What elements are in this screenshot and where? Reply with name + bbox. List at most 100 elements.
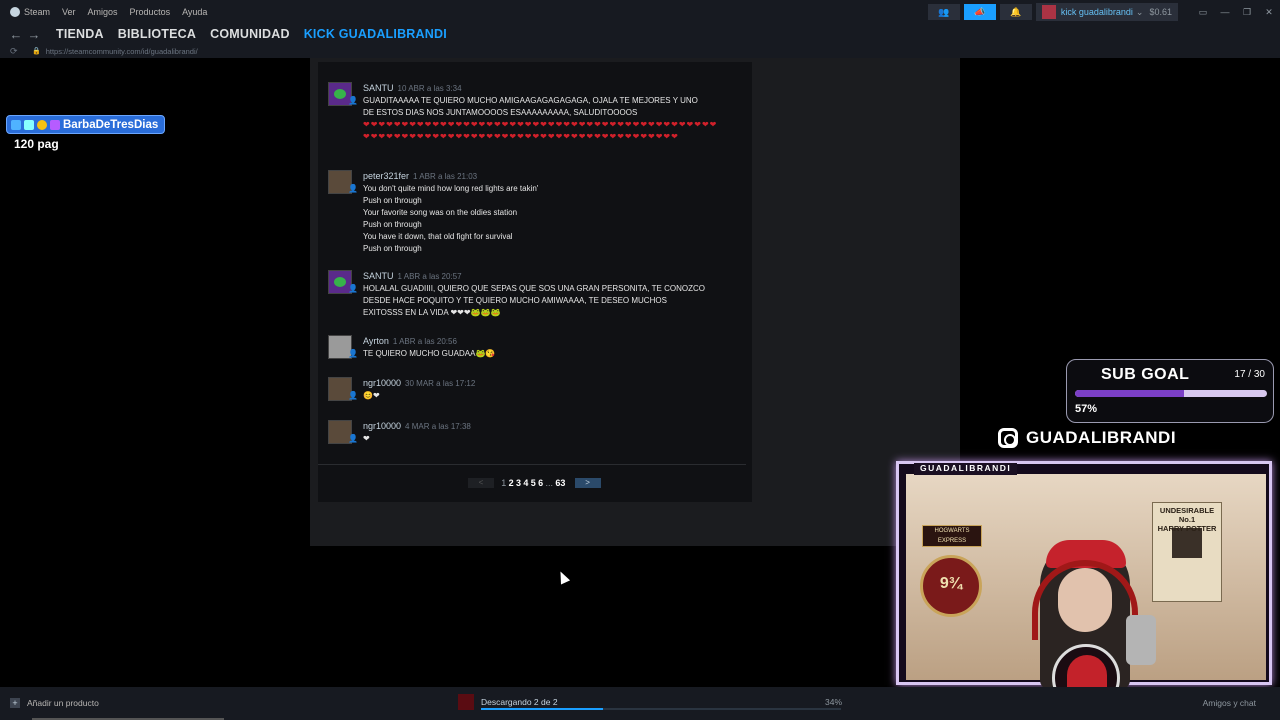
comment-time: 1 ABR a las 21:03	[413, 172, 478, 181]
comment-text: TE QUIERO MUCHO GUADAA🐸😘	[363, 349, 496, 358]
avatar	[1041, 5, 1056, 19]
megaphone-icon: 📣	[974, 6, 986, 17]
poster-text: UNDESIRABLE No.1 HARRY POTTER	[1157, 506, 1217, 533]
user-icon: 👤	[348, 391, 358, 400]
instagram-name: GUADALIBRANDI	[1026, 428, 1177, 447]
steam-client-window: Steam Ver Amigos Productos Ayuda 👥 📣 🔔 k…	[0, 0, 1280, 720]
page-link[interactable]: 3	[516, 478, 521, 488]
page-link[interactable]: 2	[509, 478, 514, 488]
page-prev-button[interactable]: <	[468, 478, 494, 488]
chevron-down-icon: ⌄	[1135, 6, 1144, 17]
comment-item: 👤 ngr10000 30 MAR a las 17:12 😊❤	[326, 377, 746, 402]
comment-divider	[318, 464, 746, 465]
menu-ayuda[interactable]: Ayuda	[182, 7, 207, 17]
sub-goal-progress	[1075, 390, 1267, 397]
comment-author[interactable]: ngr10000	[363, 421, 401, 431]
page-link: 1	[501, 478, 507, 488]
page-link[interactable]: 4	[523, 478, 528, 488]
menu-steam[interactable]: Steam	[24, 7, 50, 17]
sub-goal-percent: 57%	[1075, 403, 1098, 415]
plus-icon: +	[10, 698, 20, 708]
user-icon: 👤	[348, 284, 358, 293]
forward-arrow-icon[interactable]: →	[26, 27, 42, 42]
comment-author[interactable]: peter321fer	[363, 171, 409, 181]
coin-icon	[37, 119, 47, 130]
announcements-button[interactable]: 📣	[963, 4, 996, 20]
account-menu[interactable]: kick guadalibrandi ⌄ $0.61	[1035, 3, 1178, 21]
comment-text: GUADITAAAAA TE QUIERO MUCHO AMIGAAGAGAGA…	[363, 96, 698, 117]
add-product-label: Añadir un producto	[27, 698, 99, 708]
instagram-icon	[998, 428, 1018, 448]
menu-bar: Steam Ver Amigos Productos Ayuda 👥 📣 🔔 k…	[0, 0, 1280, 24]
badge-username: BarbaDeTresDias	[63, 118, 159, 131]
instagram-handle: GUADALIBRANDI	[998, 428, 1176, 448]
comment-item: 👤 Ayrton 1 ABR a las 20:56 TE QUIERO MUCH…	[326, 335, 746, 360]
comment-author[interactable]: ngr10000	[363, 378, 401, 388]
comment-time: 30 MAR a las 17:12	[405, 379, 476, 388]
comment-text: You don't quite mind how long red lights…	[363, 184, 539, 253]
big-picture-button[interactable]: 👥	[927, 4, 960, 20]
webcam-label: GUADALIBRANDI	[914, 463, 1018, 475]
download-progress-fill	[481, 708, 604, 710]
nav-comunidad[interactable]: COMUNIDAD	[210, 27, 290, 41]
url-bar: ⟳ 🔒 https://steamcommunity.com/id/guadal…	[0, 44, 1280, 58]
notifications-button[interactable]: 🔔	[999, 4, 1032, 20]
comment-item: 👤 peter321fer 1 ABR a las 21:03 You don't…	[326, 170, 746, 255]
nav-bar: ← → TIENDA BIBLIOTECA COMUNIDAD KICK GUA…	[0, 24, 1280, 44]
sub-goal-widget: SUB GOAL 17 / 30 57%	[1066, 359, 1274, 423]
heart-icon	[50, 119, 60, 130]
account-name: kick guadalibrandi	[1060, 7, 1133, 17]
friends-chat-button[interactable]: Amigos y chat	[1203, 698, 1256, 708]
comment-text: ❤	[363, 434, 370, 443]
hogwarts-sign: HOGWARTS EXPRESS	[922, 525, 982, 547]
refresh-icon[interactable]: ⟳	[10, 46, 22, 57]
platform-text: 9¾	[939, 575, 963, 592]
nav-tienda[interactable]: TIENDA	[56, 27, 104, 41]
user-icon: 👤	[348, 184, 358, 193]
comment-text: 😊❤	[363, 391, 380, 400]
menu-bar-right: 👥 📣 🔔 kick guadalibrandi ⌄ $0.61 ▭ — ❐ ✕	[927, 0, 1280, 24]
comment-author[interactable]: SANTU	[363, 83, 394, 93]
comment-time: 10 ABR a las 3:34	[397, 84, 462, 93]
comment-section: 👤 SANTU 10 ABR a las 3:34 GUADITAAAAA TE …	[318, 62, 752, 502]
user-icon: 👤	[348, 434, 358, 443]
url-text[interactable]: https://steamcommunity.com/id/guadalibra…	[46, 47, 198, 56]
page-next-button[interactable]: >	[574, 478, 601, 488]
minimize-icon[interactable]: —	[1214, 7, 1236, 17]
page-link[interactable]: 6	[538, 478, 543, 488]
badge-icon	[24, 119, 34, 130]
download-progress	[481, 708, 841, 710]
comment-item: 👤 ngr10000 4 MAR a las 17:38 ❤	[326, 420, 746, 445]
page-ellipsis: ...	[545, 478, 554, 488]
comment-text: HOLALAL GUADIIII, QUIERO QUE SEPAS QUE S…	[363, 284, 705, 317]
comment-hearts: ❤❤❤❤❤❤❤❤❤❤❤❤❤❤❤❤❤❤❤❤❤❤❤❤❤❤❤❤❤❤❤❤❤❤❤❤❤❤❤❤…	[363, 120, 718, 141]
menu-ver[interactable]: Ver	[62, 7, 76, 17]
menu-productos[interactable]: Productos	[130, 7, 171, 17]
viewer-badge: BarbaDeTresDias	[6, 115, 166, 134]
bottom-bar: + Añadir un producto Descargando 2 de 2 …	[0, 687, 1280, 720]
menu-amigos[interactable]: Amigos	[88, 7, 118, 17]
nav-profile[interactable]: KICK GUADALIBRANDI	[304, 27, 447, 41]
restore-icon[interactable]: ❐	[1236, 7, 1258, 18]
sub-goal-count: 17 / 30	[1234, 369, 1265, 380]
download-status[interactable]: Descargando 2 de 2	[481, 697, 558, 707]
comment-time: 4 MAR a las 17:38	[405, 422, 471, 431]
download-percent: 34%	[825, 697, 843, 707]
comment-pagination: < 1 2 3 4 5 6 ... 63 >	[468, 478, 601, 488]
page-link[interactable]: 5	[531, 478, 536, 488]
microphone	[1126, 615, 1156, 665]
monitor-icon[interactable]: ▭	[1192, 7, 1214, 18]
wallet-balance: $0.61	[1149, 7, 1172, 17]
user-icon: 👤	[348, 349, 358, 358]
game-icon[interactable]	[458, 694, 474, 710]
lock-icon: 🔒	[32, 48, 41, 55]
mouse-cursor	[555, 569, 571, 585]
add-product-button[interactable]: + Añadir un producto	[10, 698, 99, 708]
nav-biblioteca[interactable]: BIBLIOTECA	[118, 27, 196, 41]
comment-item: 👤 SANTU 10 ABR a las 3:34 GUADITAAAAA TE …	[326, 82, 746, 143]
page-link[interactable]: 63	[555, 478, 565, 488]
comment-author[interactable]: SANTU	[363, 271, 394, 281]
back-arrow-icon[interactable]: ←	[8, 27, 24, 42]
comment-author[interactable]: Ayrton	[363, 336, 389, 346]
close-icon[interactable]: ✕	[1258, 7, 1280, 18]
